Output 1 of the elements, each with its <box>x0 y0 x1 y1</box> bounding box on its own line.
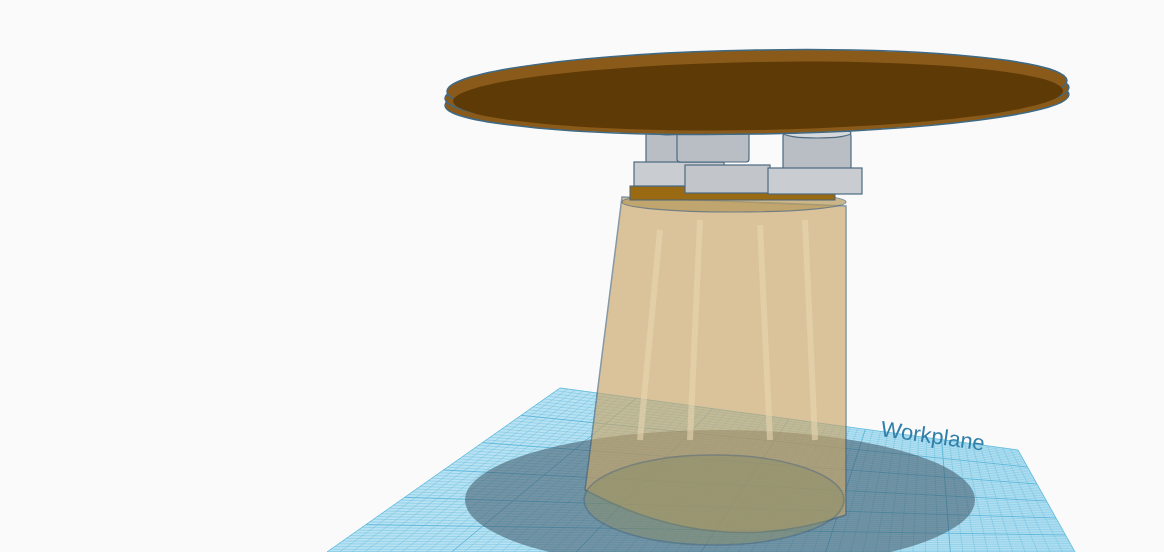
workplane-label: Workplane <box>879 416 987 456</box>
